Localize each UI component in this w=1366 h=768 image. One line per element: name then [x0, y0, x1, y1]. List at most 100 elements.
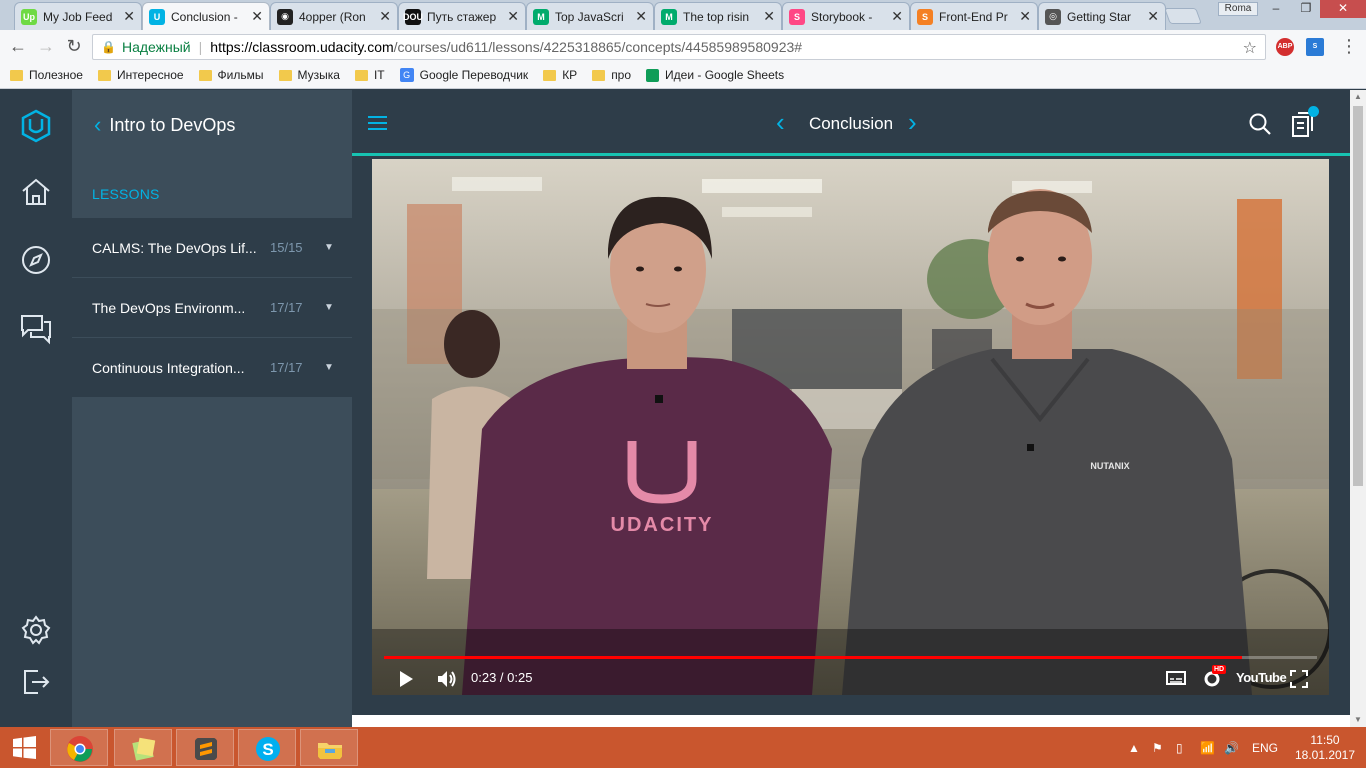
extension-icon[interactable]: S: [1306, 38, 1324, 56]
storybook-favicon-icon: S: [789, 8, 805, 25]
close-tab-icon[interactable]: ✕: [635, 8, 647, 25]
close-tab-icon[interactable]: ✕: [763, 8, 775, 25]
udacity-logo-icon[interactable]: [18, 108, 54, 144]
bookmark-label: IT: [373, 68, 385, 82]
close-window-button[interactable]: ✕: [1320, 0, 1366, 18]
bookmark-item[interactable]: Музыка: [278, 68, 340, 82]
medium-favicon-icon: M: [533, 8, 549, 25]
svg-text:S: S: [262, 740, 273, 759]
browser-tab[interactable]: M The top risin ✕: [654, 2, 782, 30]
maximize-button[interactable]: ❐: [1292, 0, 1320, 18]
tab-title: Storybook -: [811, 9, 873, 24]
lessons-sidebar: ‹ Intro to DevOps LESSONS CALMS: The Dev…: [72, 90, 352, 727]
bookmark-item[interactable]: Интересное: [97, 68, 184, 82]
folder-icon: [278, 69, 292, 81]
taskbar-sublime[interactable]: [176, 729, 234, 766]
bookmark-item[interactable]: G Google Переводчик: [399, 68, 528, 82]
bookmark-star-icon[interactable]: ☆: [1243, 38, 1257, 58]
chevron-down-icon[interactable]: ▼: [324, 362, 334, 373]
tray-volume-icon[interactable]: 🔊: [1224, 741, 1239, 755]
adblock-icon[interactable]: ABP: [1276, 38, 1294, 56]
scroll-down-icon[interactable]: ▼: [1350, 713, 1366, 727]
tray-battery-icon[interactable]: ▯: [1176, 741, 1183, 755]
udacity-favicon-icon: U: [149, 8, 165, 25]
messages-icon[interactable]: [18, 310, 54, 346]
chevron-down-icon[interactable]: ▼: [324, 302, 334, 313]
close-tab-icon[interactable]: ✕: [1147, 8, 1159, 25]
compass-icon[interactable]: [18, 242, 54, 278]
page-scrollbar[interactable]: ▲ ▼: [1350, 90, 1366, 727]
browser-tab[interactable]: S Storybook - ✕: [782, 2, 910, 30]
settings-gear-icon[interactable]: [18, 612, 54, 648]
bookmark-item[interactable]: Фильмы: [198, 68, 264, 82]
browser-tab[interactable]: Up My Job Feed ✕: [14, 2, 142, 30]
lesson-name: CALMS: The DevOps Lif...: [92, 239, 257, 256]
content-area: UDACITY NUTANIX 0:23 / 0:25 HD YouTube: [352, 159, 1350, 727]
lesson-name: The DevOps Environm...: [92, 299, 246, 316]
forward-icon[interactable]: →: [34, 35, 58, 59]
video-progress-bar[interactable]: [384, 656, 1317, 659]
close-tab-icon[interactable]: ✕: [891, 8, 903, 25]
logout-icon[interactable]: [18, 664, 54, 700]
chevron-down-icon[interactable]: ▼: [324, 242, 334, 253]
bookmark-item[interactable]: про: [592, 68, 631, 82]
new-tab-button[interactable]: [1164, 8, 1202, 24]
tray-flag-icon[interactable]: ⚑: [1152, 741, 1163, 755]
browser-tab[interactable]: DOU Путь стажер ✕: [398, 2, 526, 30]
tray-network-icon[interactable]: 📶: [1200, 741, 1215, 755]
address-bar[interactable]: 🔒 Надежный | https://classroom.udacity.c…: [92, 34, 1266, 60]
close-tab-icon[interactable]: ✕: [507, 8, 519, 25]
concept-title: Conclusion: [808, 114, 894, 133]
browser-tab[interactable]: S Front-End Pr ✕: [910, 2, 1038, 30]
play-icon[interactable]: [398, 670, 414, 688]
lessons-label: LESSONS: [92, 186, 160, 202]
bookmark-item[interactable]: Идеи - Google Sheets: [646, 68, 784, 82]
course-back-link[interactable]: ‹ Intro to DevOps: [72, 90, 352, 160]
lesson-item[interactable]: The DevOps Environm... 17/17 ▼: [72, 277, 352, 337]
close-tab-icon[interactable]: ✕: [379, 8, 391, 25]
scroll-up-icon[interactable]: ▲: [1350, 90, 1366, 104]
video-player[interactable]: UDACITY NUTANIX 0:23 / 0:25 HD YouTube: [372, 159, 1329, 695]
taskbar-clock[interactable]: 11:50 18.01.2017: [1290, 733, 1360, 763]
scrollbar-thumb[interactable]: [1353, 106, 1363, 486]
browser-tab[interactable]: M Top JavaScri ✕: [526, 2, 654, 30]
bookmark-item[interactable]: КР: [543, 68, 577, 82]
next-concept-icon[interactable]: ›: [908, 108, 917, 136]
back-icon[interactable]: ←: [6, 35, 30, 59]
browser-tab[interactable]: ◎ Getting Star ✕: [1038, 2, 1166, 30]
taskbar-notes[interactable]: [114, 729, 172, 766]
folder-icon: [354, 69, 368, 81]
taskbar-chrome[interactable]: [50, 729, 108, 766]
browser-tab[interactable]: ◉ 4opper (Ron ✕: [270, 2, 398, 30]
sublime-text-icon: [195, 738, 217, 760]
close-tab-icon[interactable]: ✕: [123, 8, 135, 25]
fullscreen-icon[interactable]: [1290, 670, 1308, 688]
bookmark-item[interactable]: IT: [354, 68, 385, 82]
minimize-button[interactable]: –: [1262, 0, 1290, 18]
reload-icon[interactable]: ↻: [62, 35, 86, 59]
lesson-item[interactable]: Continuous Integration... 17/17 ▼: [72, 337, 352, 397]
video-progress-played: [384, 656, 1243, 659]
youtube-logo[interactable]: YouTube: [1236, 670, 1287, 685]
google-sheets-icon: [646, 68, 660, 82]
close-tab-icon[interactable]: ✕: [251, 8, 263, 25]
lesson-item[interactable]: CALMS: The DevOps Lif... 15/15 ▼: [72, 217, 352, 277]
shirt-brand-text: UDACITY: [611, 514, 714, 536]
windows-start-icon[interactable]: [0, 727, 48, 768]
profile-chip[interactable]: Roma: [1218, 2, 1258, 16]
browser-menu-icon[interactable]: ⋮: [1340, 36, 1358, 57]
volume-icon[interactable]: [436, 669, 458, 689]
subtitles-icon[interactable]: [1166, 670, 1186, 686]
browser-tab[interactable]: U Conclusion - ✕: [142, 2, 270, 30]
taskbar-explorer[interactable]: [300, 729, 358, 766]
search-icon[interactable]: [1248, 112, 1272, 136]
folder-icon: [198, 69, 212, 81]
close-tab-icon[interactable]: ✕: [1019, 8, 1031, 25]
bookmark-item[interactable]: Полезное: [10, 68, 83, 82]
tray-expand-icon[interactable]: ▲: [1128, 741, 1140, 755]
tab-title: Front-End Pr: [939, 9, 1008, 24]
taskbar-skype[interactable]: S: [238, 729, 296, 766]
bookmark-label: КР: [562, 68, 578, 82]
tray-language[interactable]: ENG: [1252, 741, 1278, 755]
home-icon[interactable]: [18, 174, 54, 210]
